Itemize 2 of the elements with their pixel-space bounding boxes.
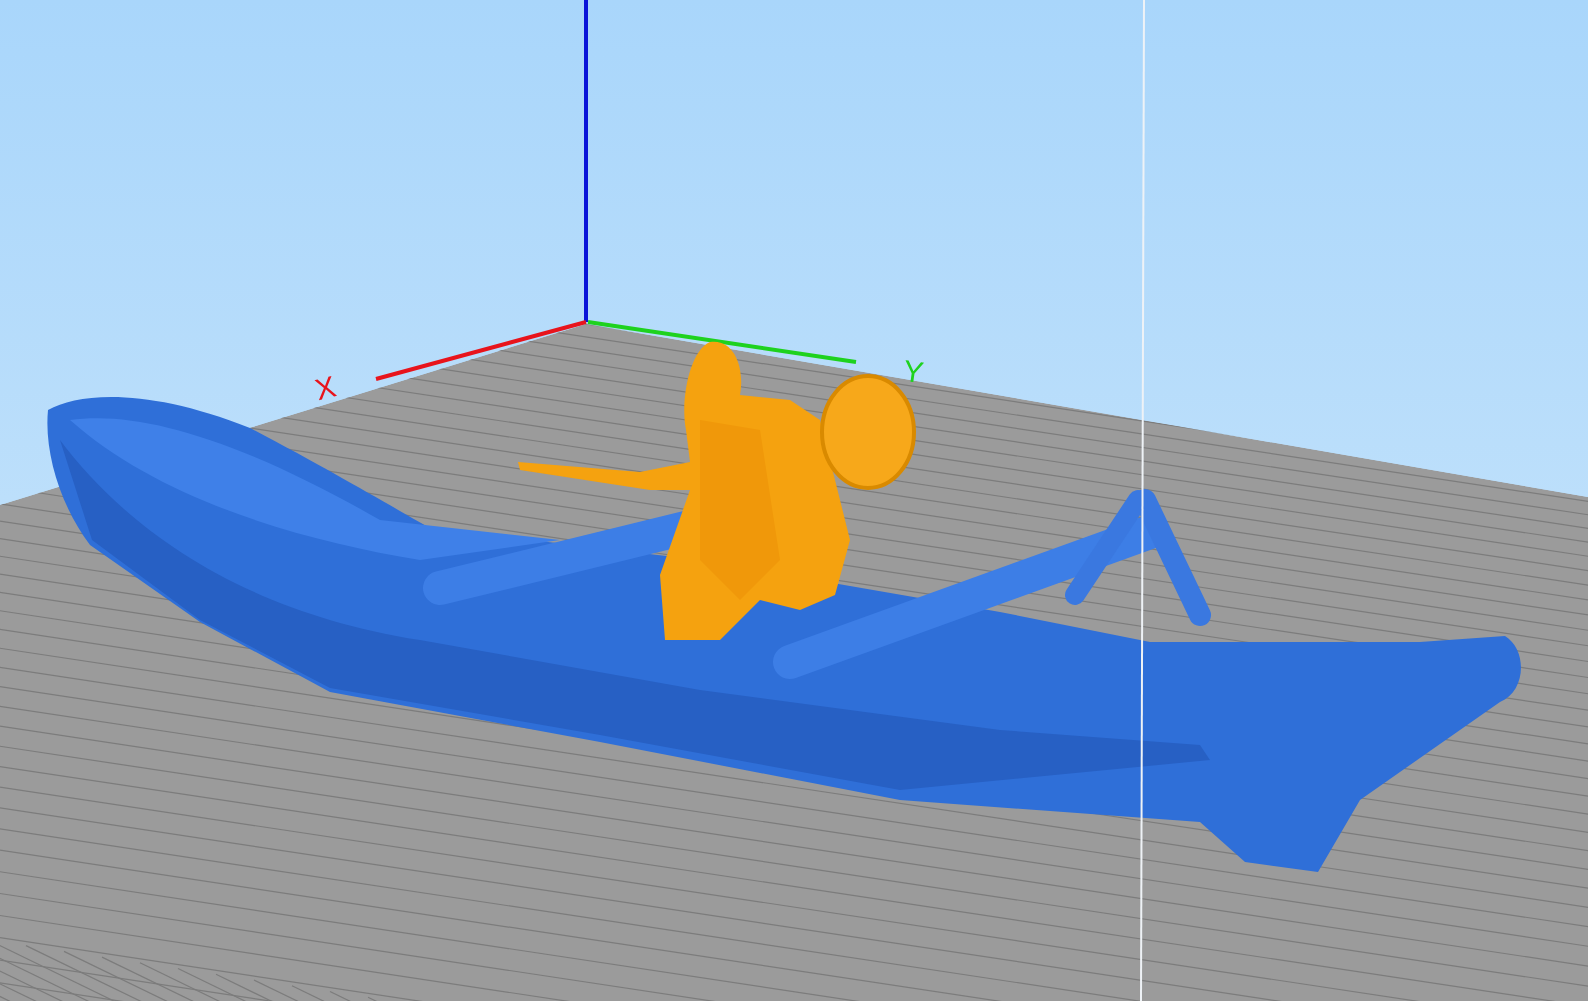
axis-label: Y: [901, 353, 926, 390]
axis-label: X: [311, 369, 340, 407]
